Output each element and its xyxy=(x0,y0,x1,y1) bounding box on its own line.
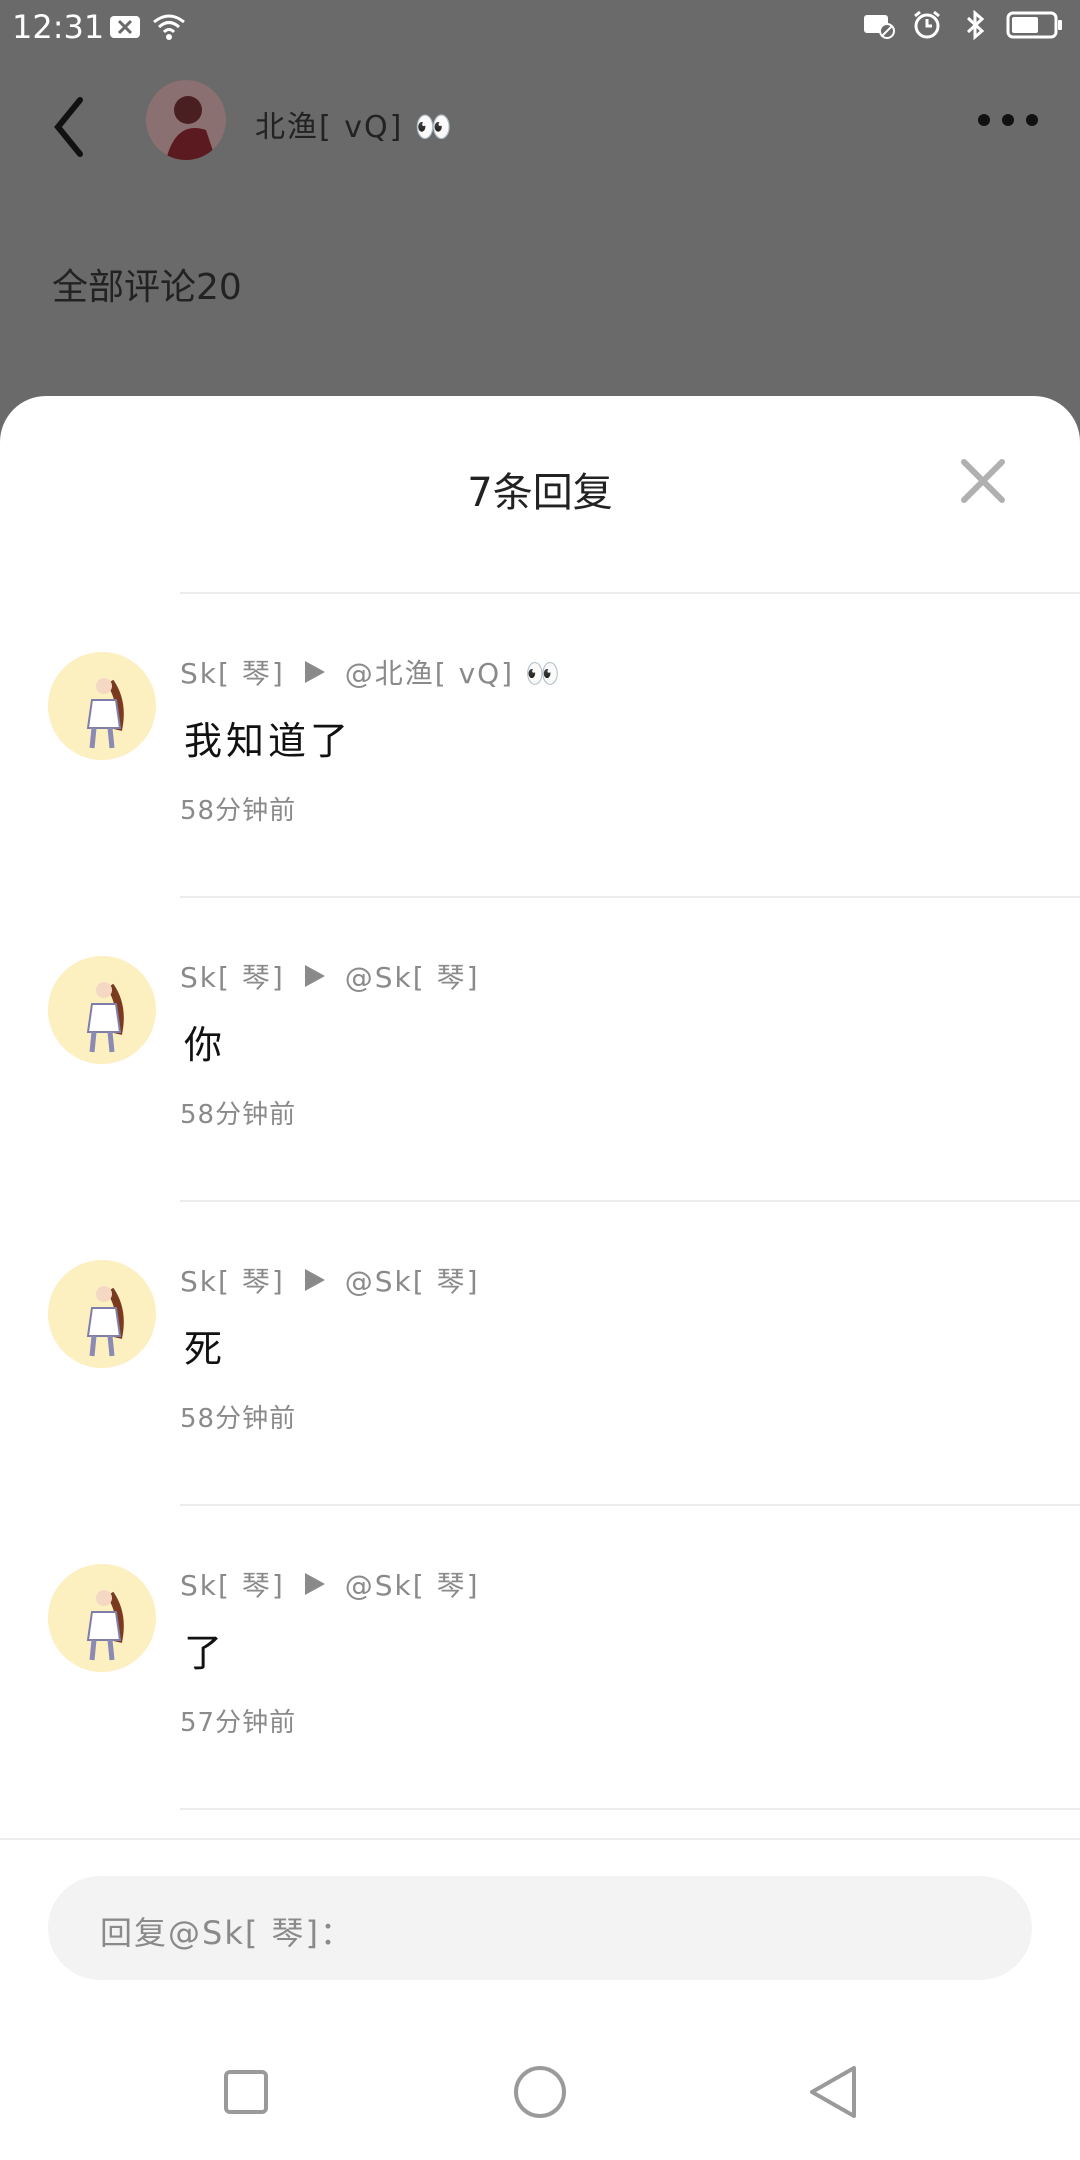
avatar-figure-icon xyxy=(48,956,156,1064)
sheet-title: 7条回复 xyxy=(467,470,613,516)
input-divider xyxy=(0,1838,1080,1840)
close-icon[interactable] xyxy=(960,458,1006,504)
avatar-figure-icon xyxy=(48,1564,156,1672)
battery-icon xyxy=(1006,11,1062,39)
recent-apps-icon[interactable] xyxy=(206,2052,286,2132)
avatar-figure-icon xyxy=(146,80,226,160)
all-comments-label: 全部评论20 xyxy=(52,267,242,308)
wifi-icon xyxy=(153,14,185,40)
reply-to-arrow-icon xyxy=(304,965,325,987)
reply-target[interactable]: @Sk[ 琴] xyxy=(345,956,480,996)
reply-target[interactable]: @Sk[ 琴] xyxy=(345,1564,480,1604)
avatar-figure-icon xyxy=(48,1260,156,1368)
reply-author[interactable]: Sk[ 琴] xyxy=(180,956,285,996)
avatar-figure-icon xyxy=(48,652,156,760)
back-triangle-icon[interactable] xyxy=(794,2052,874,2132)
reply-author[interactable]: Sk[ 琴] xyxy=(180,652,285,692)
back-arrow-icon[interactable] xyxy=(48,92,88,162)
post-author-name[interactable]: 北渔[ vQ] 👀 xyxy=(255,102,454,146)
reply-to-arrow-icon xyxy=(304,1573,325,1595)
reply-target[interactable]: @北渔[ vQ] 👀 xyxy=(345,652,562,692)
more-options-icon[interactable] xyxy=(976,112,1040,128)
avatar[interactable] xyxy=(48,956,156,1064)
reply-item[interactable]: Sk[ 琴] @北渔[ vQ] 👀 我知道了 58分钟前 xyxy=(0,592,1080,892)
reply-time: 58分钟前 xyxy=(180,796,297,826)
reply-author[interactable]: Sk[ 琴] xyxy=(180,1260,285,1300)
author-avatar[interactable] xyxy=(146,80,226,160)
reply-time: 58分钟前 xyxy=(180,1404,297,1434)
notification-x-icon xyxy=(110,16,140,38)
reply-author[interactable]: Sk[ 琴] xyxy=(180,1564,285,1604)
divider xyxy=(180,1808,1080,1810)
status-time: 12:31 xyxy=(12,8,105,46)
reply-content: 死 xyxy=(184,1327,227,1371)
home-icon[interactable] xyxy=(500,2052,580,2132)
avatar[interactable] xyxy=(48,1260,156,1368)
reply-input-placeholder: 回复@Sk[ 琴]： xyxy=(100,1914,354,1952)
system-navbar xyxy=(0,2040,1080,2160)
alarm-icon xyxy=(914,10,940,39)
reply-item[interactable]: Sk[ 琴] @Sk[ 琴] 死 58分钟前 xyxy=(0,1200,1080,1500)
status-bar: 12:31 xyxy=(0,0,1080,55)
avatar[interactable] xyxy=(48,1564,156,1672)
bluetooth-icon xyxy=(966,10,985,40)
reply-content: 了 xyxy=(184,1631,227,1675)
reply-to-arrow-icon xyxy=(304,1269,325,1291)
reply-item[interactable]: Sk[ 琴] @Sk[ 琴] 你 58分钟前 xyxy=(0,896,1080,1196)
reply-to-arrow-icon xyxy=(304,661,325,683)
reply-item[interactable]: Sk[ 琴] @Sk[ 琴] 了 57分钟前 xyxy=(0,1504,1080,1804)
reply-time: 58分钟前 xyxy=(180,1100,297,1130)
reply-content: 你 xyxy=(184,1023,227,1067)
reply-time: 57分钟前 xyxy=(180,1708,297,1738)
avatar[interactable] xyxy=(48,652,156,760)
message-blocked-icon xyxy=(864,15,895,39)
reply-content: 我知道了 xyxy=(184,719,353,763)
reply-input[interactable]: 回复@Sk[ 琴]： xyxy=(48,1876,1032,1980)
reply-target[interactable]: @Sk[ 琴] xyxy=(345,1260,480,1300)
